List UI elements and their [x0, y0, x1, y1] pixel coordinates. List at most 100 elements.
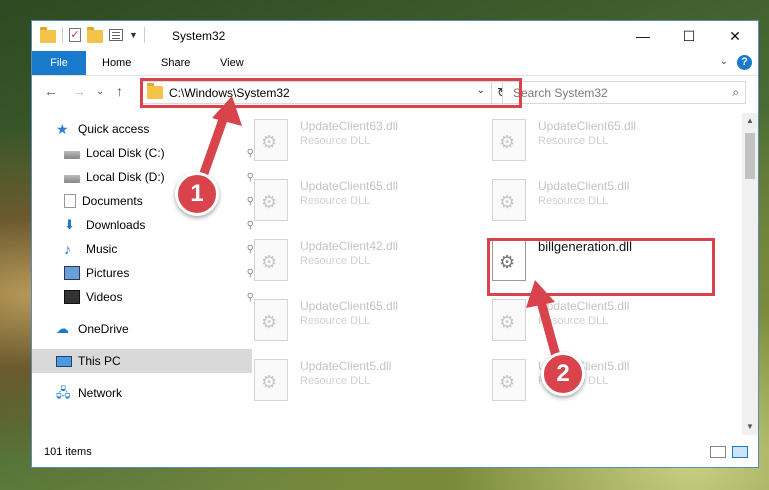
dll-file-icon: [492, 179, 526, 221]
up-button[interactable]: ↑: [116, 83, 123, 99]
search-box[interactable]: Search System32 ⌕: [502, 81, 746, 104]
star-icon: ★: [56, 121, 69, 137]
file-type: Resource DLL: [538, 315, 609, 327]
expand-ribbon-chevron-icon[interactable]: ⌄: [720, 56, 728, 67]
dll-file-icon: [254, 119, 288, 161]
file-item[interactable]: UpdateClient63.dll Resource DLL: [254, 117, 474, 167]
download-icon: ⬇: [64, 217, 75, 232]
properties-check-icon[interactable]: ✓: [69, 28, 81, 42]
maximize-button[interactable]: ☐: [666, 21, 712, 51]
title-bar: ✓ ▼ System32 — ☐ ✕: [32, 21, 758, 51]
file-item[interactable]: UpdateClient65.dll Resource DLL: [254, 177, 474, 227]
file-type: Resource DLL: [300, 315, 371, 327]
sidebar-item-network[interactable]: 🖧 Network: [32, 381, 252, 405]
properties-icon[interactable]: [109, 29, 123, 41]
sidebar-item-music[interactable]: ♪ Music ⚲: [32, 237, 260, 261]
tab-file[interactable]: File: [32, 51, 86, 75]
sidebar-item-label: Pictures: [86, 266, 130, 280]
search-icon[interactable]: ⌕: [732, 85, 739, 100]
file-name: UpdateClient65.dll: [538, 119, 637, 133]
file-item[interactable]: UpdateClient5.dll Resource DLL: [492, 357, 712, 407]
status-bar: 101 items: [32, 437, 758, 467]
sidebar-item-label: Network: [78, 386, 123, 400]
recent-locations-chevron-icon[interactable]: ⌄: [96, 86, 104, 97]
sidebar-item-videos[interactable]: Videos ⚲: [32, 285, 260, 309]
file-item[interactable]: UpdateClient5.dll Resource DLL: [254, 357, 474, 407]
file-type: Resource DLL: [300, 375, 371, 387]
scroll-thumb[interactable]: [745, 133, 755, 179]
vertical-scrollbar[interactable]: ▲ ▼: [742, 113, 758, 435]
tab-share[interactable]: Share: [147, 51, 204, 75]
toolbar-divider: [62, 27, 63, 43]
file-type: Resource DLL: [300, 135, 371, 147]
file-name: UpdateClient5.dll: [538, 179, 630, 193]
ribbon-tabs: File Home Share View ⌄ ?: [32, 51, 758, 76]
item-count: 101 items: [44, 446, 92, 458]
quick-access-toolbar: ✓ ▼: [40, 26, 145, 43]
sidebar-item-local-disk-c[interactable]: Local Disk (C:) ⚲: [32, 141, 260, 165]
sidebar-item-label: Local Disk (C:): [86, 146, 165, 160]
sidebar-item-label: Documents: [82, 194, 143, 208]
file-item[interactable]: UpdateClient5.dll Resource DLL: [492, 297, 712, 347]
file-item[interactable]: UpdateClient42.dll Resource DLL: [254, 237, 474, 287]
file-item[interactable]: UpdateClient65.dll Resource DLL: [492, 117, 712, 167]
file-name: UpdateClient63.dll: [300, 119, 399, 133]
computer-icon: [56, 355, 72, 367]
file-type: Resource DLL: [300, 195, 371, 207]
documents-icon: [64, 194, 76, 208]
dll-file-icon: [492, 359, 526, 401]
sidebar-item-local-disk-d[interactable]: Local Disk (D:) ⚲: [32, 165, 260, 189]
tab-home[interactable]: Home: [88, 51, 145, 75]
sidebar-item-quick-access[interactable]: ★ Quick access: [32, 117, 252, 141]
file-type: Resource DLL: [538, 135, 609, 147]
dll-file-icon: [254, 299, 288, 341]
forward-button[interactable]: →: [72, 83, 86, 99]
dll-file-icon: [254, 239, 288, 281]
dll-file-icon: [492, 299, 526, 341]
navigation-pane: ★ Quick access Local Disk (C:) ⚲ Local D…: [32, 113, 254, 435]
sidebar-item-label: Local Disk (D:): [86, 170, 165, 184]
file-name: UpdateClient65.dll: [300, 299, 399, 313]
dll-file-icon: [492, 119, 526, 161]
disk-icon: [64, 175, 80, 183]
sidebar-item-pictures[interactable]: Pictures ⚲: [32, 261, 260, 285]
disk-icon: [64, 151, 80, 159]
music-icon: ♪: [64, 241, 71, 257]
sidebar-item-label: OneDrive: [78, 322, 129, 336]
file-name: UpdateClient5.dll: [300, 359, 392, 373]
file-type: Resource DLL: [538, 195, 609, 207]
help-icon[interactable]: ?: [737, 55, 752, 70]
sidebar-item-this-pc[interactable]: This PC: [32, 349, 252, 373]
tab-view[interactable]: View: [206, 51, 258, 75]
file-name: UpdateClient42.dll: [300, 239, 399, 253]
customize-toolbar-chevron-icon[interactable]: ▼: [129, 30, 138, 40]
scroll-up-arrow-icon[interactable]: ▲: [742, 113, 758, 129]
sidebar-item-label: Downloads: [86, 218, 146, 232]
sidebar-item-label: Quick access: [78, 122, 150, 136]
large-icons-view-icon[interactable]: [732, 446, 748, 458]
search-placeholder[interactable]: Search System32: [513, 86, 608, 100]
sidebar-item-downloads[interactable]: ⬇ Downloads ⚲: [32, 213, 260, 237]
network-icon: 🖧: [56, 385, 71, 400]
videos-icon: [64, 290, 80, 304]
file-explorer-window: ✓ ▼ System32 — ☐ ✕ File Home Share View …: [31, 20, 759, 468]
sidebar-item-label: Videos: [86, 290, 123, 304]
sidebar-item-onedrive[interactable]: ☁ OneDrive: [32, 317, 252, 341]
back-button[interactable]: ←: [44, 83, 58, 99]
new-folder-icon[interactable]: [87, 26, 103, 43]
dll-file-icon: [254, 179, 288, 221]
file-type: Resource DLL: [300, 255, 371, 267]
view-switcher: [710, 446, 748, 458]
file-item[interactable]: UpdateClient65.dll Resource DLL: [254, 297, 474, 347]
scroll-down-arrow-icon[interactable]: ▼: [742, 419, 758, 435]
file-name: UpdateClient5.dll: [538, 299, 630, 313]
window-controls: — ☐ ✕: [620, 21, 758, 51]
sidebar-item-label: Music: [86, 242, 118, 256]
details-view-icon[interactable]: [710, 446, 726, 458]
sidebar-item-documents[interactable]: Documents ⚲: [32, 189, 260, 213]
file-item[interactable]: UpdateClient5.dll Resource DLL: [492, 177, 712, 227]
step-2-marker: 2: [541, 352, 585, 396]
minimize-button[interactable]: —: [620, 21, 666, 51]
close-button[interactable]: ✕: [712, 21, 758, 51]
folder-icon[interactable]: [40, 26, 56, 43]
